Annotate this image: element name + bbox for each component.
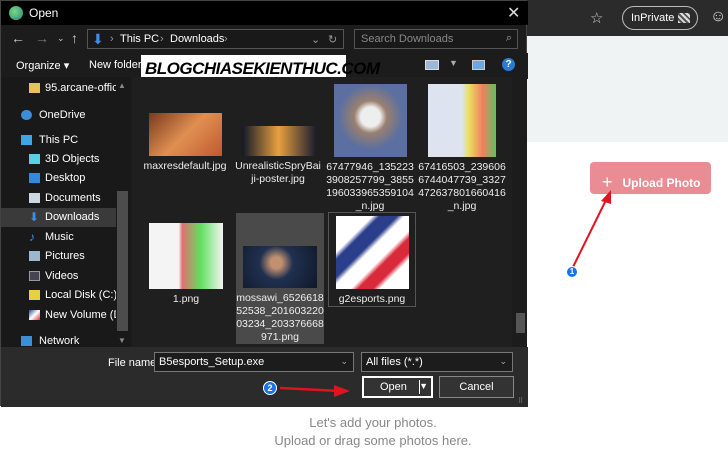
arrow-2 — [279, 386, 341, 393]
arrow-2-head — [334, 385, 350, 397]
step-badge-2: 2 — [263, 381, 277, 395]
arrow-1-head — [601, 190, 611, 204]
annotation-arrows — [279, 190, 611, 397]
step-badge-1: 1 — [566, 266, 578, 278]
arrow-1 — [572, 197, 608, 268]
